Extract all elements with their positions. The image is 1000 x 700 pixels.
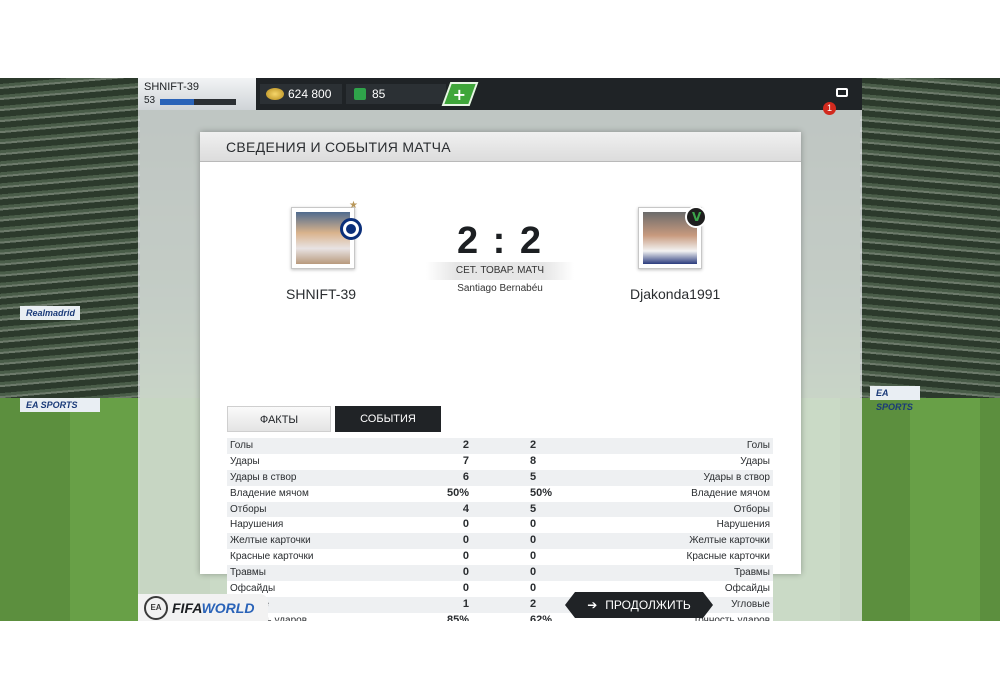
tab-facts[interactable]: ФАКТЫ <box>227 406 331 432</box>
continue-button[interactable]: ➔ ПРОДОЛЖИТЬ <box>565 592 713 618</box>
xp-bar <box>160 99 236 105</box>
add-funds-button[interactable]: + <box>441 82 479 106</box>
stat-value-home: 0 <box>462 518 469 531</box>
stat-value-away: 0 <box>530 534 537 547</box>
table-row: Голы 2 2 Голы <box>227 438 773 454</box>
stat-value-away: 62% <box>530 613 553 621</box>
table-row: Травмы 0 0 Травмы <box>227 565 773 582</box>
stadium-name: Santiago Bernabéu <box>457 283 543 294</box>
fifa-world-logo: EA FIFAWORLD <box>138 594 268 621</box>
home-manager-photo <box>296 212 350 264</box>
match-details-panel: СВЕДЕНИЯ И СОБЫТИЯ МАТЧА ★ SHNIFT-39 2 :… <box>200 132 801 621</box>
table-row: Владение мячом 50% 50% Владение мячом <box>227 485 773 502</box>
stat-label-home: Удары <box>230 455 260 467</box>
stat-value-away: 8 <box>530 454 537 467</box>
stat-label-home: Голы <box>230 440 254 451</box>
points-icon <box>354 88 366 100</box>
game-screen: EA SPORTS Realmadrid EA SPORTS SHNIFT-39… <box>0 78 1000 621</box>
stat-value-home: 50% <box>446 486 469 499</box>
stat-label-home: Красные карточки <box>230 551 314 563</box>
stat-value-home: 1 <box>462 597 469 610</box>
player-card[interactable]: SHNIFT-39 53 <box>138 78 256 110</box>
stat-value-home: 85% <box>446 613 469 621</box>
table-row: Отборы 4 5 Отборы <box>227 501 773 518</box>
points-value: 85 <box>372 87 386 101</box>
ad-board-ea-sports-right: EA SPORTS <box>870 386 920 412</box>
away-team-name: Djakonda1991 <box>630 286 721 302</box>
club-logo-icon <box>685 206 707 228</box>
plus-icon: + <box>452 85 467 104</box>
stat-label-away: Травмы <box>734 567 770 579</box>
stat-label-home: Травмы <box>230 567 266 579</box>
star-icon: ★ <box>349 200 358 211</box>
stadium-stands-right <box>860 78 1000 408</box>
table-row: Нарушения 0 0 Нарушения <box>227 517 773 534</box>
table-row: Желтые карточки 0 0 Желтые карточки <box>227 533 773 550</box>
stat-label-home: Нарушения <box>230 519 284 531</box>
inter-club-logo-icon <box>340 218 362 240</box>
home-team-avatar: ★ <box>291 200 362 269</box>
table-row: Красные карточки 0 0 Красные карточки <box>227 549 773 566</box>
stat-value-home: 0 <box>462 582 469 595</box>
stat-value-home: 0 <box>462 550 469 563</box>
stat-value-away: 0 <box>530 550 537 563</box>
camera-icon[interactable] <box>836 88 848 97</box>
table-row: Удары в створ 6 5 Удары в створ <box>227 469 773 486</box>
away-team-avatar <box>638 206 707 269</box>
stat-value-home: 7 <box>462 454 469 467</box>
table-row: Удары 7 8 Удары <box>227 453 773 470</box>
stat-label-away: Желтые карточки <box>689 535 770 547</box>
stat-label-away: Отборы <box>733 503 770 515</box>
stat-label-away: Нарушения <box>716 519 770 531</box>
match-type: СЕТ. ТОВАР. МАТЧ <box>426 262 574 280</box>
player-level: 53 <box>144 95 156 106</box>
stat-value-away: 2 <box>530 597 537 610</box>
stat-label-home: Отборы <box>230 503 267 515</box>
top-bar: SHNIFT-39 53 624 800 85 + 1 <box>138 78 862 115</box>
fifa-wordmark-text: FIFA <box>172 600 202 616</box>
stat-value-away: 2 <box>530 439 537 451</box>
stat-value-home: 0 <box>462 566 469 579</box>
stat-label-home: Удары в створ <box>230 471 297 483</box>
stat-value-home: 4 <box>462 502 469 515</box>
points-display: 85 <box>346 84 446 104</box>
stadium-stands-left <box>0 78 140 408</box>
match-score: 2 : 2 <box>456 220 544 262</box>
stat-value-home: 6 <box>462 470 469 483</box>
world-wordmark-text: WORLD <box>201 600 255 616</box>
stat-label-away: Угловые <box>731 598 770 610</box>
arrow-right-icon: ➔ <box>587 598 598 612</box>
stat-value-away: 5 <box>530 470 537 483</box>
stat-value-away: 50% <box>530 486 553 499</box>
page-title: СВЕДЕНИЯ И СОБЫТИЯ МАТЧА <box>226 139 451 155</box>
stat-value-away: 5 <box>530 502 537 515</box>
ea-logo-icon: EA <box>144 596 168 620</box>
stat-label-away: Красные карточки <box>686 551 770 563</box>
stat-label-away: Владение мячом <box>691 487 770 499</box>
coins-icon <box>266 88 284 100</box>
ad-board-realmadrid: Realmadrid <box>20 306 80 320</box>
stat-label-away: Офсайды <box>724 583 770 595</box>
stat-value-away: 0 <box>530 518 537 531</box>
notification-badge: 1 <box>823 102 836 115</box>
tab-events[interactable]: СОБЫТИЯ <box>335 406 441 432</box>
continue-label: ПРОДОЛЖИТЬ <box>605 598 691 612</box>
stat-value-home: 2 <box>462 439 469 451</box>
stat-value-away: 0 <box>530 582 537 595</box>
stat-value-home: 0 <box>462 534 469 547</box>
stat-label-home: Желтые карточки <box>230 535 311 547</box>
coins-value: 624 800 <box>288 87 332 101</box>
coins-display: 624 800 <box>260 84 342 104</box>
ad-board-ea-sports: EA SPORTS <box>20 398 100 412</box>
stat-label-away: Удары в створ <box>703 471 771 483</box>
stat-label-home: Владение мячом <box>230 487 309 499</box>
xp-bar-fill <box>160 99 195 105</box>
stat-value-away: 0 <box>530 566 537 579</box>
stat-label-away: Удары <box>740 455 770 467</box>
panel-header: СВЕДЕНИЯ И СОБЫТИЯ МАТЧА <box>200 132 801 162</box>
player-name: SHNIFT-39 <box>144 81 200 93</box>
home-team-name: SHNIFT-39 <box>286 286 357 302</box>
stat-label-away: Голы <box>746 440 770 451</box>
fifa-world-wordmark: FIFAWORLD <box>172 600 254 616</box>
